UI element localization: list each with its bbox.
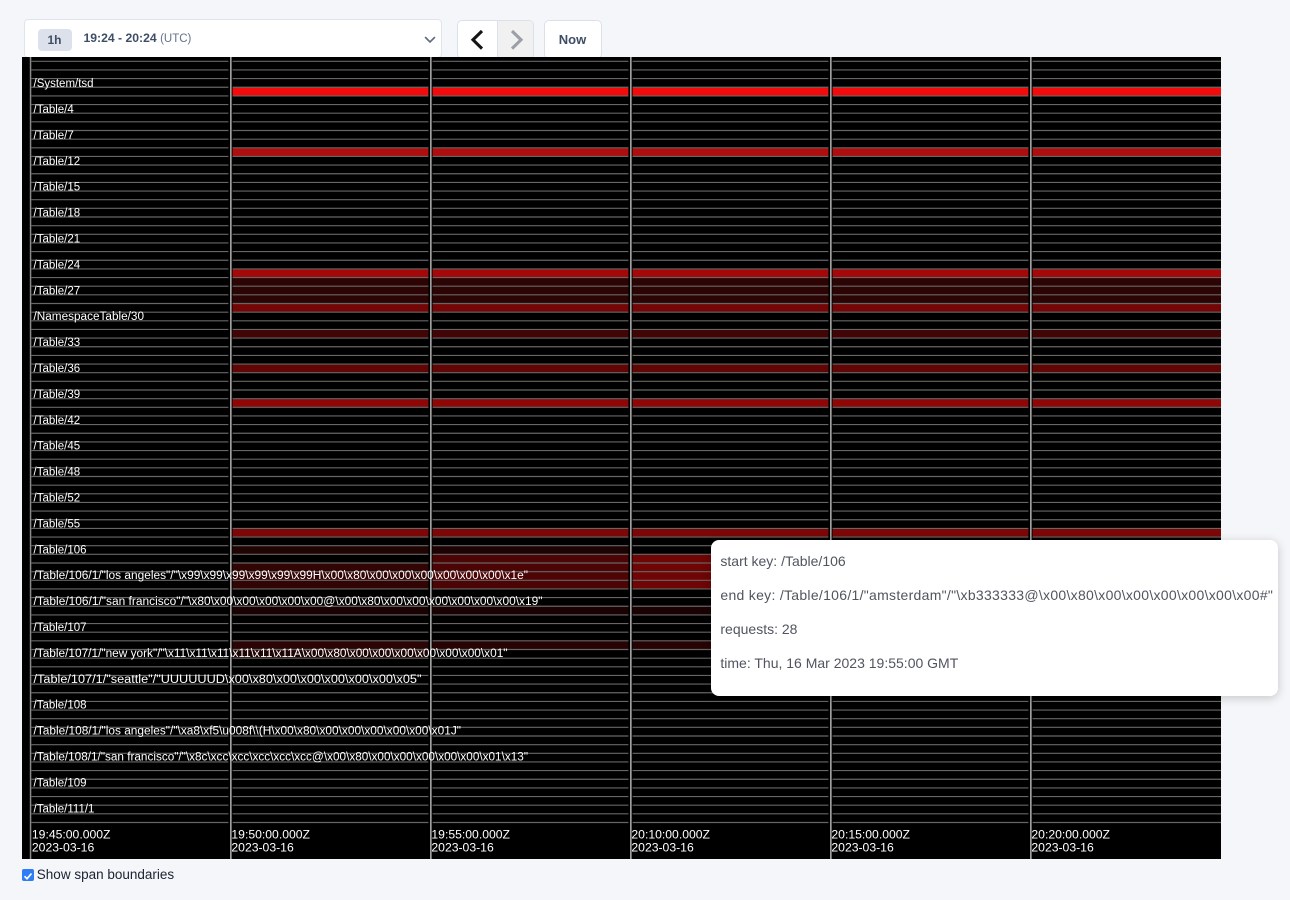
svg-text:/Table/108/1/"los angeles"/"\x: /Table/108/1/"los angeles"/"\xa8\xf5\u00… bbox=[34, 726, 462, 738]
svg-text:/Table/12: /Table/12 bbox=[34, 156, 81, 168]
svg-text:/Table/45: /Table/45 bbox=[34, 441, 81, 453]
svg-text:/Table/108: /Table/108 bbox=[34, 700, 87, 712]
svg-text:/Table/111/1: /Table/111/1 bbox=[34, 803, 95, 815]
svg-text:/Table/42: /Table/42 bbox=[34, 415, 81, 427]
svg-text:/Table/106: /Table/106 bbox=[34, 544, 87, 556]
svg-text:19:50:00.000Z: 19:50:00.000Z bbox=[231, 827, 310, 841]
svg-text:20:20:00.000Z: 20:20:00.000Z bbox=[1031, 827, 1110, 841]
svg-text:2023-03-16: 2023-03-16 bbox=[32, 840, 95, 854]
svg-text:19:55:00.000Z: 19:55:00.000Z bbox=[431, 827, 510, 841]
svg-text:20:10:00.000Z: 20:10:00.000Z bbox=[631, 827, 710, 841]
svg-text:2023-03-16: 2023-03-16 bbox=[631, 840, 694, 854]
svg-text:/Table/36: /Table/36 bbox=[34, 363, 81, 375]
svg-text:/Table/52: /Table/52 bbox=[34, 493, 81, 505]
svg-text:/Table/107: /Table/107 bbox=[34, 622, 87, 634]
svg-text:2023-03-16: 2023-03-16 bbox=[1031, 840, 1094, 854]
svg-text:/Table/33: /Table/33 bbox=[34, 337, 81, 349]
svg-text:/Table/107/1/"new york"/"\x11\: /Table/107/1/"new york"/"\x11\x11\x11\x1… bbox=[34, 648, 508, 660]
svg-text:/Table/27: /Table/27 bbox=[34, 285, 81, 297]
svg-text:/Table/18: /Table/18 bbox=[34, 208, 81, 220]
svg-text:/Table/106/1/"san francisco"/": /Table/106/1/"san francisco"/"\x80\x00\x… bbox=[34, 596, 543, 608]
svg-text:20:15:00.000Z: 20:15:00.000Z bbox=[831, 827, 910, 841]
svg-text:/Table/106/1/"los angeles"/"\x: /Table/106/1/"los angeles"/"\x99\x99\x99… bbox=[34, 570, 529, 582]
svg-text:/Table/109: /Table/109 bbox=[34, 777, 87, 789]
svg-text:/Table/15: /Table/15 bbox=[34, 182, 81, 194]
svg-text:2023-03-16: 2023-03-16 bbox=[431, 840, 494, 854]
svg-text:2023-03-16: 2023-03-16 bbox=[831, 840, 894, 854]
svg-text:19:45:00.000Z: 19:45:00.000Z bbox=[32, 827, 111, 841]
svg-text:/Table/7: /Table/7 bbox=[34, 130, 74, 142]
svg-text:/Table/21: /Table/21 bbox=[34, 234, 81, 246]
svg-text:/Table/107/1/"seattle"/"UUUUUU: /Table/107/1/"seattle"/"UUUUUUD\x00\x80\… bbox=[34, 674, 422, 686]
svg-text:/System/tsd: /System/tsd bbox=[34, 78, 94, 90]
svg-text:2023-03-16: 2023-03-16 bbox=[231, 840, 294, 854]
svg-text:/Table/108/1/"san francisco"/": /Table/108/1/"san francisco"/"\x8c\xcc\x… bbox=[34, 752, 529, 764]
svg-text:/Table/48: /Table/48 bbox=[34, 467, 81, 479]
svg-text:/Table/39: /Table/39 bbox=[34, 389, 81, 401]
svg-text:/Table/24: /Table/24 bbox=[34, 259, 81, 271]
svg-text:/Table/4: /Table/4 bbox=[34, 104, 75, 116]
svg-text:/Table/55: /Table/55 bbox=[34, 518, 81, 530]
svg-text:/NamespaceTable/30: /NamespaceTable/30 bbox=[34, 311, 145, 323]
